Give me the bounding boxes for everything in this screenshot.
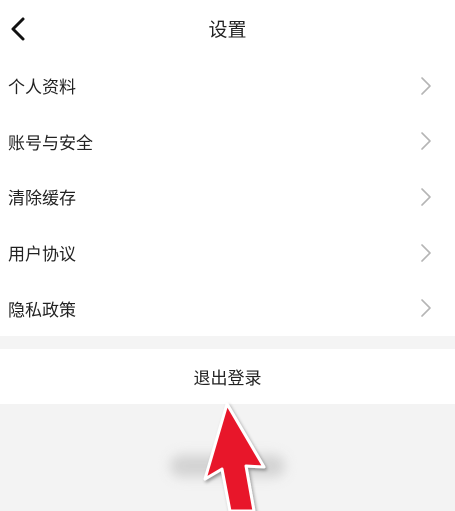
blurred-region [170,455,285,477]
settings-item-label: 清除缓存 [8,189,76,210]
settings-item-label: 个人资料 [8,78,76,99]
header-bar: 设置 [0,0,455,60]
section-divider [0,336,455,349]
logout-button[interactable]: 退出登录 [0,349,455,404]
chevron-right-icon [421,299,431,317]
settings-item-privacy-policy[interactable]: 隐私政策 [0,280,455,336]
back-button[interactable] [4,14,32,44]
chevron-right-icon [421,76,431,95]
settings-item-user-agreement[interactable]: 用户协议 [0,225,455,281]
settings-item-profile[interactable]: 个人资料 [0,58,455,114]
chevron-right-icon [421,243,431,262]
chevron-right-icon [421,132,431,151]
logout-label: 退出登录 [193,369,262,389]
settings-item-label: 隐私政策 [8,300,76,321]
settings-item-account-security[interactable]: 账号与安全 [0,114,455,170]
chevron-right-icon [421,188,431,206]
settings-item-label: 用户协议 [8,245,76,266]
page-title: 设置 [208,19,247,41]
settings-page: 设置 个人资料 账号与安全 清除缓存 用户协议 隐私政策 退出登录 [0,0,455,511]
settings-list: 个人资料 账号与安全 清除缓存 用户协议 隐私政策 [0,58,455,336]
settings-item-label: 账号与安全 [8,133,93,154]
settings-item-clear-cache[interactable]: 清除缓存 [0,169,455,225]
chevron-left-icon [11,17,25,41]
